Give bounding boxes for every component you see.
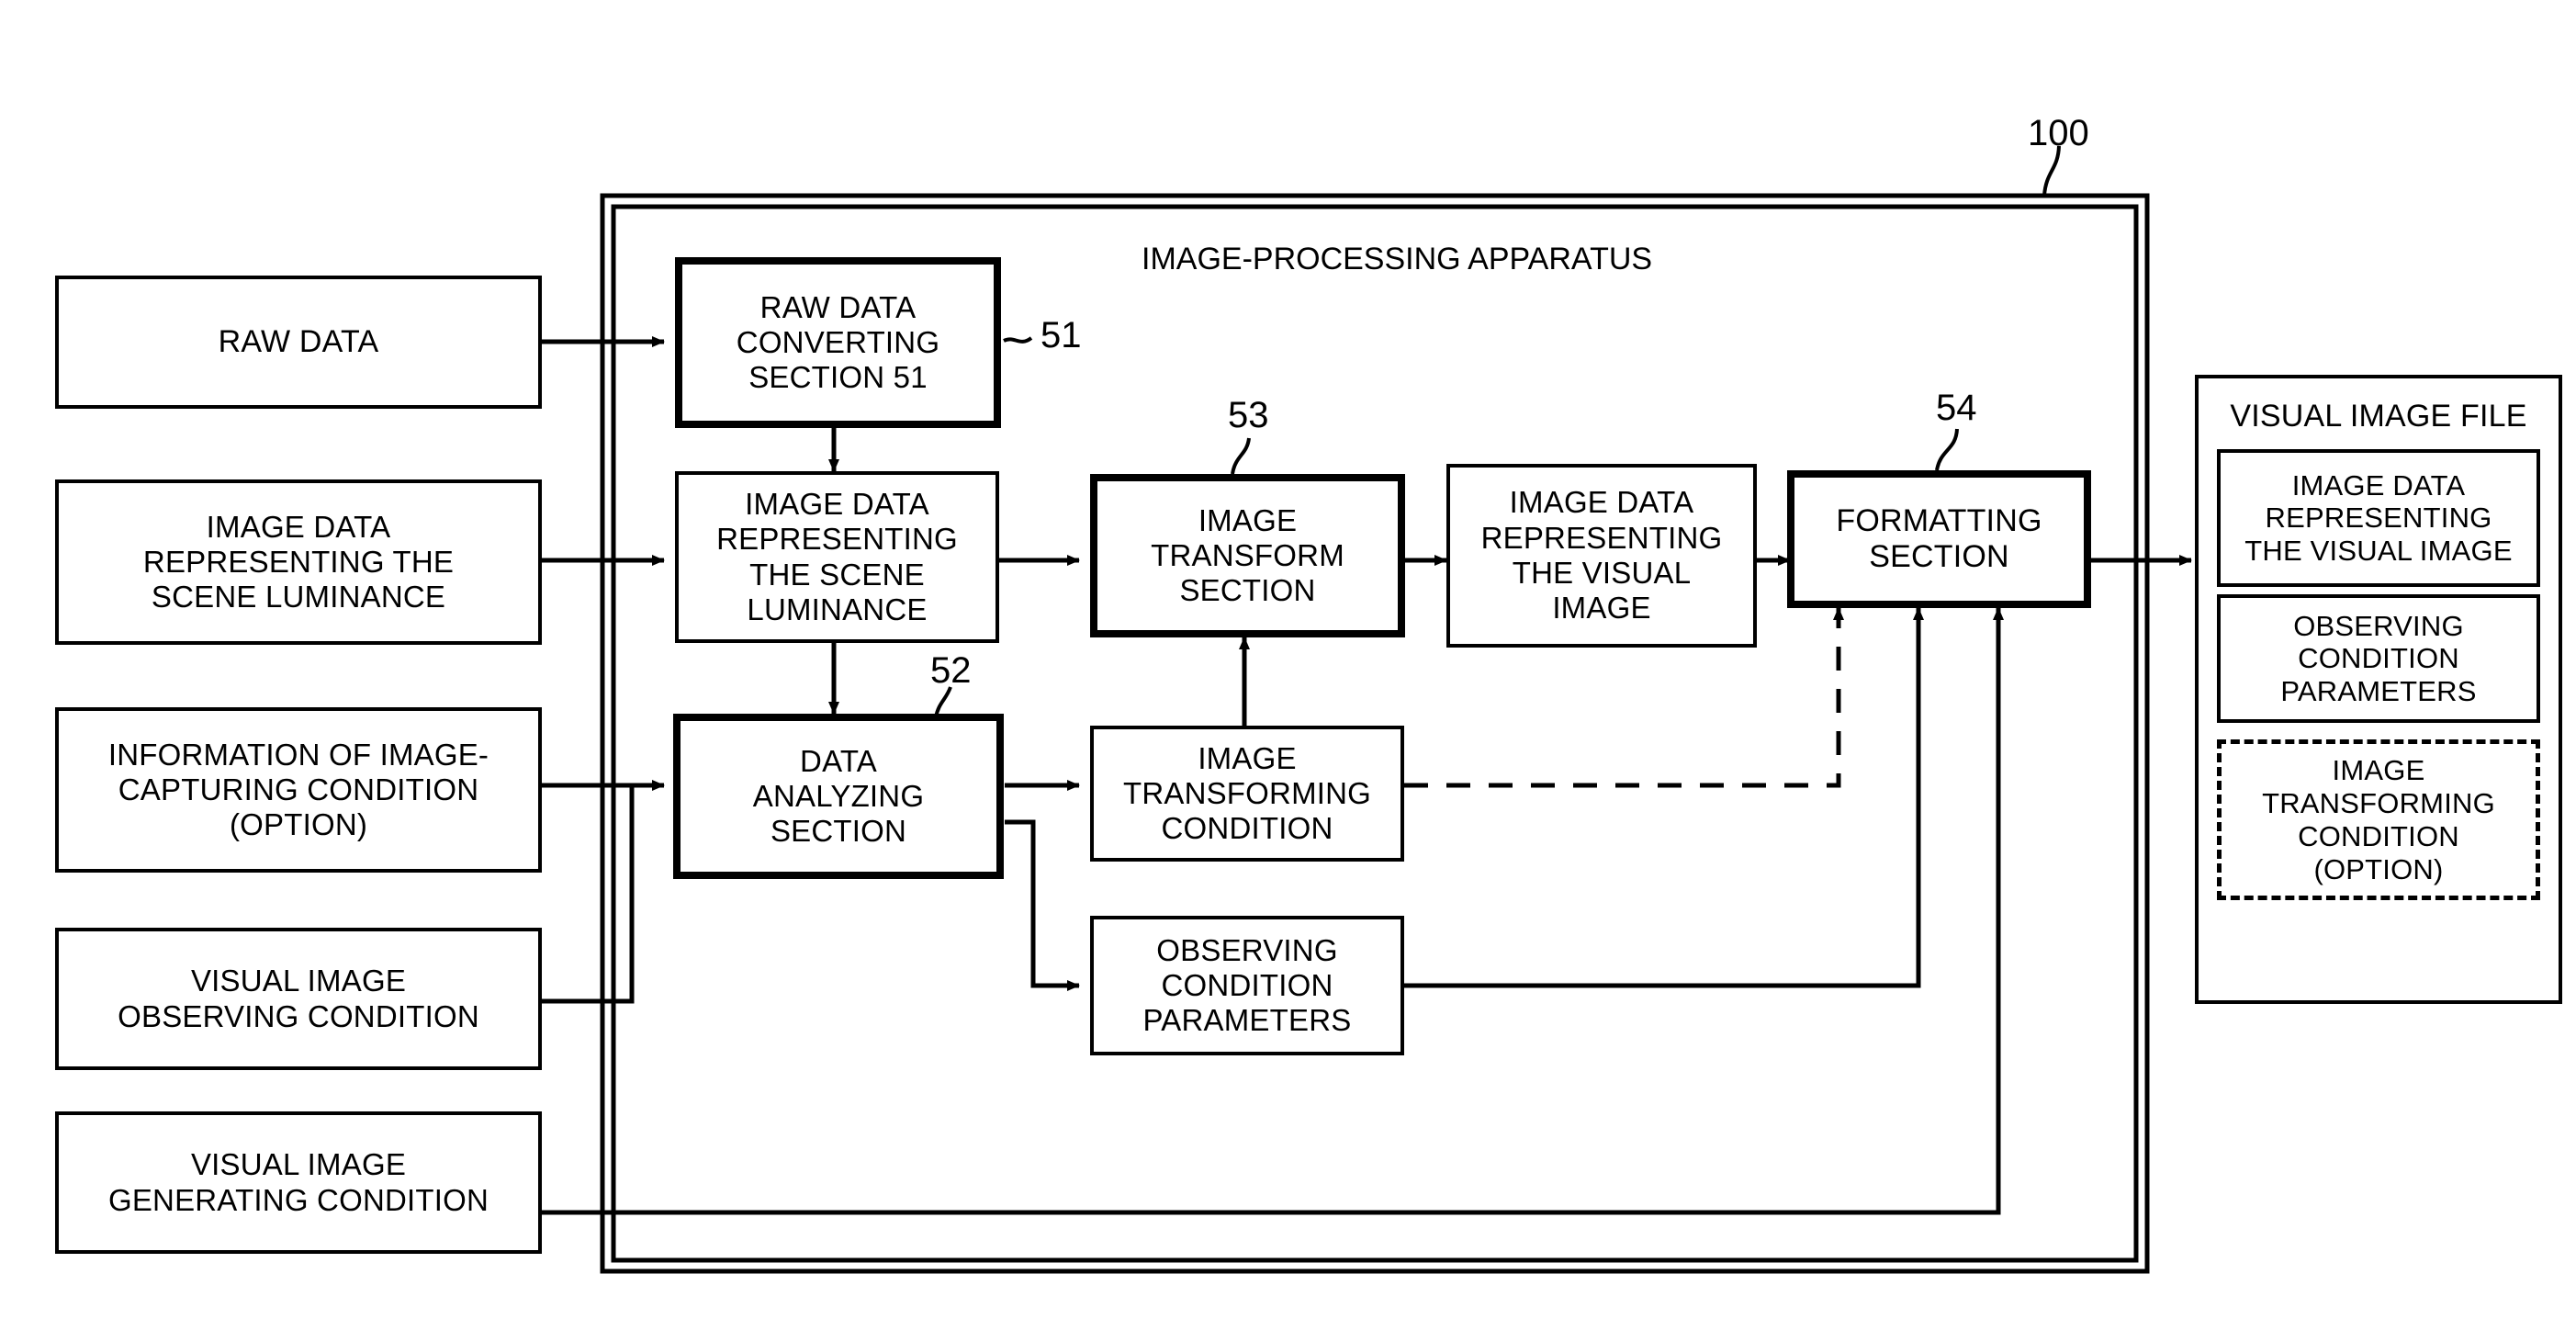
input-image-data-scene-luminance-label: IMAGE DATA REPRESENTING THE SCENE LUMINA… (142, 509, 455, 614)
ref-label-54: 54 (1936, 388, 1977, 428)
ref-label-100: 100 (2028, 113, 2089, 153)
leader-100 (2042, 145, 2061, 197)
input-visual-image-generating-condition-label: VISUAL IMAGE GENERATING CONDITION (107, 1147, 489, 1217)
leader-51 (1003, 336, 1033, 344)
image-data-scene-luminance-inner: IMAGE DATA REPRESENTING THE SCENE LUMINA… (675, 471, 999, 643)
observing-condition-parameters-label: OBSERVING CONDITION PARAMETERS (1142, 932, 1352, 1038)
line-observing-params-to-formatting (1404, 607, 1924, 988)
patent-figure: IMAGE-PROCESSING APPARATUS 100 51 52 53 … (0, 0, 2576, 1319)
file-image-transforming-condition: IMAGE TRANSFORMING CONDITION (OPTION) (2217, 739, 2540, 901)
image-data-visual-image-inner: IMAGE DATA REPRESENTING THE VISUAL IMAGE (1446, 464, 1757, 648)
observing-condition-parameters: OBSERVING CONDITION PARAMETERS (1090, 916, 1404, 1055)
line-generating-condition-to-formatting (542, 607, 2004, 1215)
image-transforming-condition: IMAGE TRANSFORMING CONDITION (1090, 726, 1404, 862)
raw-data-converting-section: RAW DATA CONVERTING SECTION 51 (675, 257, 1001, 428)
file-image-data-visual-image: IMAGE DATA REPRESENTING THE VISUAL IMAGE (2217, 449, 2540, 588)
line-observing-condition-input (542, 785, 635, 1004)
file-image-data-visual-image-label: IMAGE DATA REPRESENTING THE VISUAL IMAGE (2244, 468, 2513, 568)
data-analyzing-section-label: DATA ANALYZING SECTION (752, 743, 925, 849)
visual-image-file-title: VISUAL IMAGE FILE (2230, 399, 2527, 434)
formatting-section: FORMATTING SECTION (1787, 470, 2091, 608)
data-analyzing-section: DATA ANALYZING SECTION (673, 714, 1004, 879)
ref-label-51: 51 (1041, 315, 1082, 355)
input-box-visual-image-observing-condition: VISUAL IMAGE OBSERVING CONDITION (55, 928, 542, 1070)
image-transform-section-label: IMAGE TRANSFORM SECTION (1151, 502, 1344, 608)
leader-53 (1231, 437, 1251, 475)
image-transform-section: IMAGE TRANSFORM SECTION (1090, 474, 1405, 637)
input-box-image-data-scene-luminance: IMAGE DATA REPRESENTING THE SCENE LUMINA… (55, 479, 542, 645)
input-visual-image-observing-condition-label: VISUAL IMAGE OBSERVING CONDITION (118, 964, 479, 1033)
file-observing-condition-parameters-label: OBSERVING CONDITION PARAMETERS (2280, 609, 2477, 708)
raw-data-converting-section-label: RAW DATA CONVERTING SECTION 51 (736, 289, 940, 395)
image-data-scene-luminance-inner-label: IMAGE DATA REPRESENTING THE SCENE LUMINA… (716, 486, 958, 626)
ref-label-52: 52 (930, 650, 972, 691)
input-box-raw-data: RAW DATA (55, 276, 542, 409)
image-transforming-condition-label: IMAGE TRANSFORMING CONDITION (1122, 740, 1372, 846)
file-image-transforming-condition-label: IMAGE TRANSFORMING CONDITION (OPTION) (2262, 754, 2495, 885)
file-observing-condition-parameters: OBSERVING CONDITION PARAMETERS (2217, 594, 2540, 724)
apparatus-title: IMAGE-PROCESSING APPARATUS (1142, 242, 1653, 276)
input-image-capturing-condition-label: INFORMATION OF IMAGE- CAPTURING CONDITIO… (107, 737, 489, 842)
image-data-visual-image-inner-label: IMAGE DATA REPRESENTING THE VISUAL IMAGE (1480, 485, 1723, 626)
leader-54 (1935, 428, 1959, 471)
line-analyzing-to-observing-params (1005, 819, 1080, 991)
input-box-visual-image-generating-condition: VISUAL IMAGE GENERATING CONDITION (55, 1111, 542, 1254)
input-box-image-capturing-condition: INFORMATION OF IMAGE- CAPTURING CONDITIO… (55, 707, 542, 873)
ref-label-53: 53 (1228, 395, 1269, 435)
formatting-section-label: FORMATTING SECTION (1836, 502, 2042, 574)
visual-image-file: VISUAL IMAGE FILE IMAGE DATA REPRESENTIN… (2195, 375, 2562, 1004)
input-raw-data-label: RAW DATA (218, 323, 379, 359)
